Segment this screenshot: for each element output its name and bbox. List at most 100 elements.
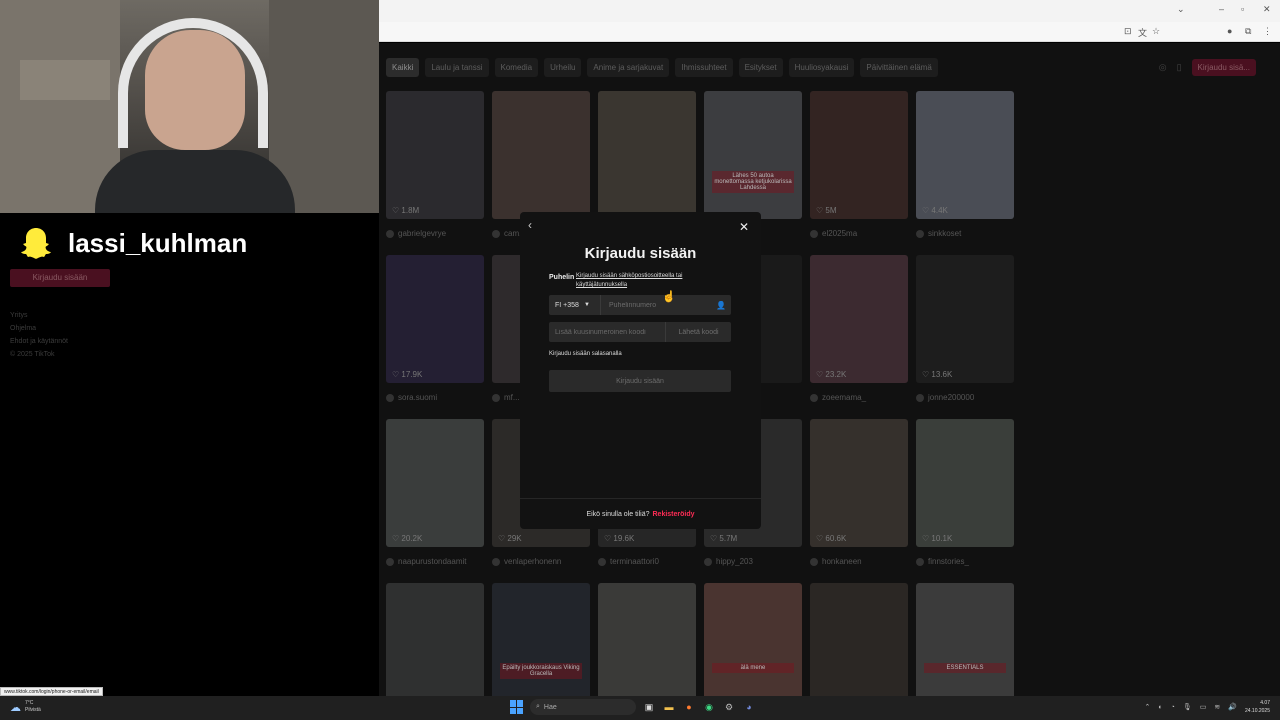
password-login-link[interactable]: Kirjaudu sisään salasanalla xyxy=(549,351,622,357)
video-author[interactable]: gabrielgevrye xyxy=(386,229,484,238)
video-thumbnail[interactable]: Lähes 50 autoa monettomassa ketjukolaris… xyxy=(704,91,802,219)
video-card[interactable] xyxy=(810,583,908,696)
video-card[interactable]: ♡ 20.2K naapurustondaamit xyxy=(386,419,484,583)
video-thumbnail[interactable] xyxy=(598,583,696,696)
windows-start-icon[interactable] xyxy=(510,700,524,714)
video-thumbnail[interactable]: ♡ 60.6K xyxy=(810,419,908,547)
battery-icon[interactable]: ▭ xyxy=(1200,703,1207,711)
tray-chevron-up-icon[interactable]: ⌃ xyxy=(1145,703,1151,711)
video-author[interactable]: finnstories_ xyxy=(916,557,1014,566)
install-app-icon[interactable]: ⊡ xyxy=(1124,26,1132,37)
login-submit-button[interactable]: Kirjaudu sisään xyxy=(549,370,731,392)
video-thumbnail[interactable]: ♡ 1.8M xyxy=(386,91,484,219)
tray-app-icon[interactable]: ◐ xyxy=(1158,704,1162,711)
phone-number-input[interactable] xyxy=(601,295,711,315)
back-arrow-icon[interactable]: ‹ xyxy=(528,218,532,232)
category-tab[interactable]: Laulu ja tanssi xyxy=(425,58,489,77)
video-author[interactable]: terminaattori0 xyxy=(598,557,696,566)
video-thumbnail[interactable]: ♡ 10.1K xyxy=(916,419,1014,547)
video-card[interactable]: ♡ 17.9K sora.suomi xyxy=(386,255,484,419)
country-code-select[interactable]: FI +358 ▼ xyxy=(549,295,601,315)
file-explorer-icon[interactable]: ▬ xyxy=(662,700,676,714)
wifi-icon[interactable]: ≋ xyxy=(1214,703,1220,711)
video-author[interactable]: honkaneen xyxy=(810,557,908,566)
spotify-icon[interactable]: ◉ xyxy=(702,700,716,714)
video-card[interactable] xyxy=(598,583,696,696)
video-author[interactable]: jonne200000 xyxy=(916,393,1014,402)
video-thumbnail[interactable] xyxy=(598,91,696,219)
contact-person-icon[interactable]: 👤 xyxy=(711,301,731,310)
video-author[interactable]: naapurustondaamit xyxy=(386,557,484,566)
video-thumbnail[interactable]: ♡ 20.2K xyxy=(386,419,484,547)
category-tab[interactable]: Esitykset xyxy=(738,58,783,77)
close-icon[interactable]: ✕ xyxy=(739,220,749,234)
maximize-icon[interactable]: ▫ xyxy=(1241,4,1244,14)
clock[interactable]: 4.07 24.10.2025 xyxy=(1245,699,1270,715)
video-card[interactable]: ESSENTIALS xyxy=(916,583,1014,696)
video-thumbnail[interactable] xyxy=(386,583,484,696)
video-thumbnail[interactable]: ♡ 23.2K xyxy=(810,255,908,383)
coins-icon[interactable]: ◎ xyxy=(1159,62,1167,73)
video-thumbnail[interactable] xyxy=(810,583,908,696)
video-thumbnail[interactable]: ESSENTIALS xyxy=(916,583,1014,696)
category-tab[interactable]: Kaikki xyxy=(386,58,420,77)
bookmark-star-icon[interactable]: ☆ xyxy=(1152,26,1160,37)
minimize-icon[interactable]: – xyxy=(1219,4,1224,14)
settings-gear-icon[interactable]: ⚙ xyxy=(722,700,736,714)
video-thumbnail[interactable]: ♡ 5M xyxy=(810,91,908,219)
category-tab[interactable]: Anime ja sarjakuvat xyxy=(587,58,670,77)
verification-code-input[interactable] xyxy=(549,322,665,342)
weather-widget[interactable]: ☁ 7°C Pilvistä xyxy=(10,700,41,714)
header-login-button[interactable]: Kirjaudu sisä... xyxy=(1191,59,1256,76)
video-author[interactable]: hippy_203 xyxy=(704,557,802,566)
video-card[interactable]: ♡ 10.1K finnstories_ xyxy=(916,419,1014,583)
video-card[interactable]: älä mene xyxy=(704,583,802,696)
firefox-icon[interactable]: ● xyxy=(682,700,696,714)
sidebar-link-program[interactable]: Ohjelma xyxy=(10,322,68,335)
discord-icon[interactable]: ◕ xyxy=(742,700,756,714)
video-author[interactable]: sora.suomi xyxy=(386,393,484,402)
video-thumbnail[interactable]: Epäilty joukkoraiskaus Viking Gracella xyxy=(492,583,590,696)
category-tab[interactable]: Komedia xyxy=(494,58,539,77)
close-window-icon[interactable]: ✕ xyxy=(1263,4,1271,15)
category-tab[interactable]: Huuliosyakausi xyxy=(788,58,855,77)
network-icon[interactable]: ◔ xyxy=(1171,704,1175,711)
sidebar-login-button[interactable]: Kirjaudu sisään xyxy=(10,269,110,287)
browser-menu-icon[interactable]: ⋮ xyxy=(1263,26,1272,37)
app-download-icon[interactable]: ▯ xyxy=(1177,62,1182,73)
sidebar-link-company[interactable]: Yritys xyxy=(10,309,68,322)
video-author[interactable]: sinkkoset xyxy=(916,229,1014,238)
category-tab[interactable]: Ihmissuhteet xyxy=(675,58,733,77)
video-thumbnail[interactable]: ♡ 13.6K xyxy=(916,255,1014,383)
taskbar-search[interactable]: ⌕ Hae xyxy=(530,699,636,715)
category-tab[interactable]: Päivittäinen elämä xyxy=(860,58,938,77)
send-code-button[interactable]: Lähetä koodi xyxy=(665,322,731,342)
sidebar-link-terms[interactable]: Ehdot ja käytännöt xyxy=(10,335,68,348)
video-card[interactable]: ♡ 13.6K jonne200000 xyxy=(916,255,1014,419)
category-tab[interactable]: Urheilu xyxy=(544,58,582,77)
video-thumbnail[interactable]: ♡ 4.4K xyxy=(916,91,1014,219)
video-card[interactable]: ♡ 1.8M gabrielgevrye xyxy=(386,91,484,255)
search-icon: ⌕ xyxy=(536,703,540,710)
video-card[interactable]: ♡ 4.4K sinkkoset xyxy=(916,91,1014,255)
microphone-icon[interactable]: 🎙 xyxy=(1183,703,1192,711)
volume-icon[interactable]: 🔊 xyxy=(1228,703,1237,711)
video-thumbnail[interactable]: älä mene xyxy=(704,583,802,696)
video-card[interactable]: ♡ 60.6K honkaneen xyxy=(810,419,908,583)
profile-icon[interactable]: ● xyxy=(1227,26,1232,36)
video-thumbnail[interactable]: ♡ 17.9K xyxy=(386,255,484,383)
translate-icon[interactable]: 文 xyxy=(1138,26,1147,39)
video-author[interactable]: venlaperhonenn xyxy=(492,557,590,566)
tab-list-chevron-icon[interactable]: ⌄ xyxy=(1177,4,1185,15)
video-author[interactable]: zoeemama_ xyxy=(810,393,908,402)
video-card[interactable] xyxy=(386,583,484,696)
signup-link[interactable]: Rekisteröidy xyxy=(653,511,695,518)
video-card[interactable]: ♡ 5M el2025ma xyxy=(810,91,908,255)
video-thumbnail[interactable] xyxy=(492,91,590,219)
video-card[interactable]: ♡ 23.2K zoeemama_ xyxy=(810,255,908,419)
task-view-icon[interactable]: ▣ xyxy=(642,700,656,714)
video-card[interactable]: Epäilty joukkoraiskaus Viking Gracella xyxy=(492,583,590,696)
email-login-link[interactable]: Kirjaudu sisään sähköpostiosoitteella ta… xyxy=(576,272,706,290)
extensions-icon[interactable]: ⧉ xyxy=(1245,26,1251,37)
video-author[interactable]: el2025ma xyxy=(810,229,908,238)
